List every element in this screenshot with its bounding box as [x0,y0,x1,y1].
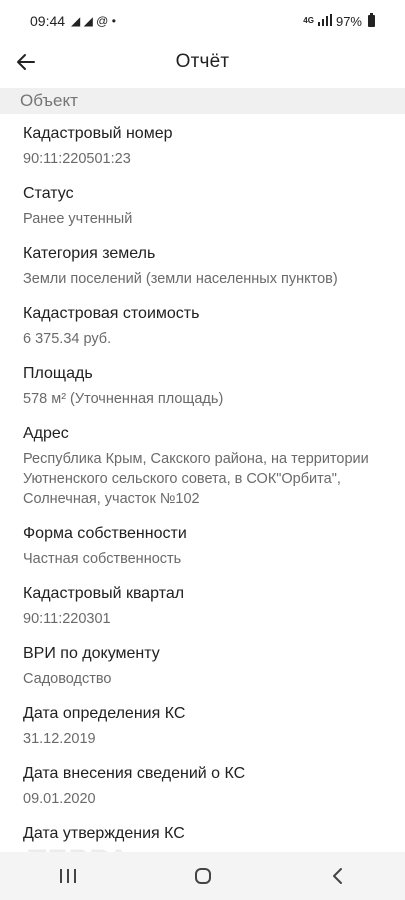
status-right: 4G 97% [303,13,375,29]
section-header: Объект [0,88,405,114]
field-value: Республика Крым, Сакского района, на тер… [23,451,369,507]
field-value: 578 м² (Уточненная площадь) [23,391,224,407]
field-cadastral-cost: Кадастровая стоимость 6 375.34 руб. [0,294,405,354]
field-label: Форма собственности [23,525,187,542]
field-label: Адрес [23,425,69,442]
field-address: Адрес Республика Крым, Сакского района, … [0,414,405,514]
field-label: Категория земель [23,245,156,262]
app-bar: Отчёт [0,42,405,82]
home-button[interactable] [173,856,233,896]
field-value: 90:11:220501:23 [23,151,131,167]
status-bar: 09:44 ◢ ◢ @ • 4G 97% [0,0,405,42]
notification-icons: ◢ ◢ @ • [71,14,116,28]
fields-list: Кадастровый номер 90:11:220501:23 Статус… [0,114,405,854]
field-cost-determination-date: Дата определения КС 31.12.2019 [0,694,405,754]
field-value: 90:11:220301 [23,611,111,627]
signal-icon [317,13,332,29]
field-ownership-form: Форма собственности Частная собственност… [0,514,405,574]
field-label: Кадастровый номер [23,125,173,142]
field-cadastral-number: Кадастровый номер 90:11:220501:23 [0,114,405,174]
field-label: Дата определения КС [23,705,186,722]
field-label: Кадастровая стоимость [23,305,200,322]
field-value: 09.01.2020 [23,791,96,807]
field-area: Площадь 578 м² (Уточненная площадь) [0,354,405,414]
field-label: Кадастровый квартал [23,585,185,602]
arrow-left-icon [17,54,35,70]
field-label: Статус [23,185,74,202]
field-label: Дата утверждения КС [23,825,185,842]
field-label: ВРИ по документу [23,645,160,662]
field-cadastral-quarter: Кадастровый квартал 90:11:220301 [0,574,405,634]
field-value: Частная собственность [23,551,182,567]
battery-icon [368,13,375,27]
field-value: Ранее учтенный [23,211,133,227]
recent-apps-icon [59,869,76,883]
page-title: Отчёт [175,51,230,72]
field-value: Садоводство [23,671,112,687]
field-label: Дата внесения сведений о КС [23,765,246,782]
field-land-category: Категория земель Земли поселений (земли … [0,234,405,294]
field-label: Площадь [23,365,93,382]
field-cost-entry-date: Дата внесения сведений о КС 09.01.2020 [0,754,405,814]
home-icon [194,868,211,884]
field-value: Земли поселений (земли населенных пункто… [23,271,338,287]
network-type: 4G [303,16,314,25]
field-value: 31.12.2019 [23,731,96,747]
field-status: Статус Ранее учтенный [0,174,405,234]
field-cost-approval-date: Дата утверждения КС [0,814,405,854]
field-permitted-use: ВРИ по документу Садоводство [0,634,405,694]
chevron-left-icon [332,868,342,884]
recent-apps-button[interactable] [38,856,98,896]
clock: 09:44 [30,13,66,29]
system-nav-bar [0,852,405,900]
back-nav-button[interactable] [308,856,368,896]
field-value: 6 375.34 руб. [23,331,112,347]
status-left: 09:44 ◢ ◢ @ • [30,13,116,29]
back-button[interactable] [10,46,42,78]
battery-level: 97% [335,13,362,29]
